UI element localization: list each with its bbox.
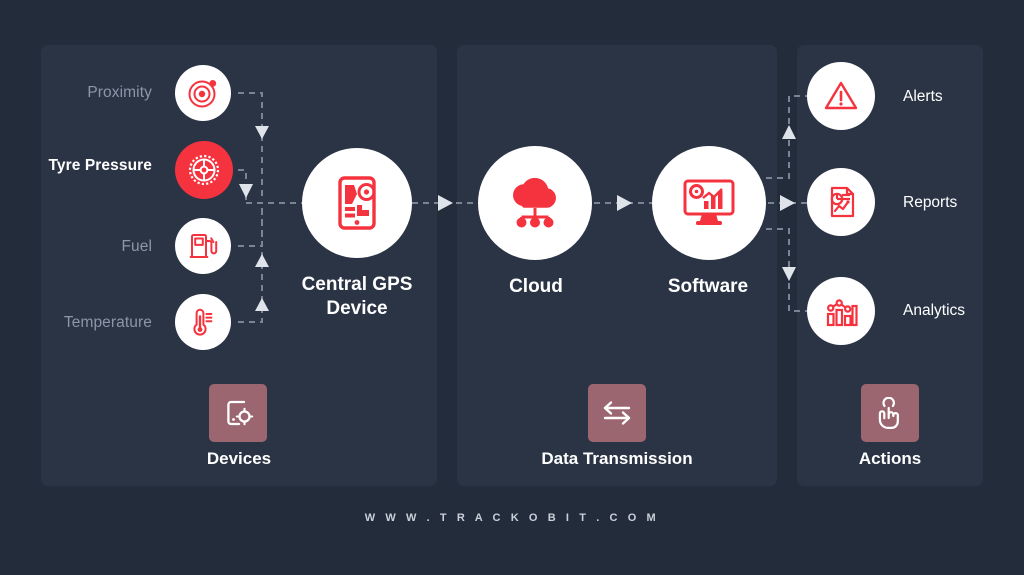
thermometer-icon — [193, 308, 213, 336]
footer-url: W W W . T R A C K O B I T . C O M — [364, 512, 660, 524]
node-label-software: Software — [667, 276, 749, 297]
output-label-reports: Reports — [903, 194, 958, 211]
output-label-analytics: Analytics — [903, 302, 966, 319]
section-label-data-transmission: Data Transmission — [541, 449, 693, 468]
node-software[interactable] — [652, 146, 766, 260]
section-icon-actions[interactable] — [861, 384, 919, 442]
sensor-icon-tyre-pressure[interactable] — [175, 141, 233, 199]
node-label-central-gps-device: Central GPS Device — [301, 274, 413, 320]
sensor-label-tyre-pressure: Tyre Pressure — [48, 157, 152, 174]
radar-target-icon — [188, 80, 217, 108]
node-cloud[interactable] — [478, 146, 592, 260]
cloud-network-icon — [513, 177, 556, 228]
tap-hand-icon — [878, 397, 899, 429]
sensor-icon-temperature[interactable] — [175, 294, 231, 350]
gps-device-icon — [338, 176, 376, 230]
tyre-icon — [188, 154, 220, 186]
node-label-cloud: Cloud — [509, 276, 563, 297]
warning-triangle-icon — [824, 81, 858, 110]
exchange-arrows-icon — [603, 401, 631, 425]
diagram-canvas: Proximity Tyre Pressure Fuel Temperature… — [0, 0, 1024, 575]
software-dashboard-icon — [683, 179, 735, 225]
sensor-label-fuel: Fuel — [121, 238, 152, 255]
sensor-icon-proximity[interactable] — [175, 65, 231, 121]
bar-chart-icon — [826, 299, 858, 327]
output-icon-reports[interactable] — [807, 168, 875, 236]
report-document-icon — [830, 186, 855, 218]
output-icon-alerts[interactable] — [807, 62, 875, 130]
section-label-actions: Actions — [858, 449, 922, 468]
sensor-icon-fuel[interactable] — [175, 218, 231, 274]
sensor-label-proximity: Proximity — [87, 84, 152, 101]
output-icon-analytics[interactable] — [807, 277, 875, 345]
section-icon-devices[interactable] — [209, 384, 267, 442]
node-central-gps-device[interactable] — [302, 148, 412, 258]
output-label-alerts: Alerts — [903, 88, 943, 105]
section-icon-data-transmission[interactable] — [588, 384, 646, 442]
fuel-pump-icon — [189, 234, 218, 258]
sensor-label-temperature: Temperature — [63, 314, 152, 331]
device-gear-icon — [227, 400, 254, 426]
section-label-devices: Devices — [206, 449, 272, 468]
